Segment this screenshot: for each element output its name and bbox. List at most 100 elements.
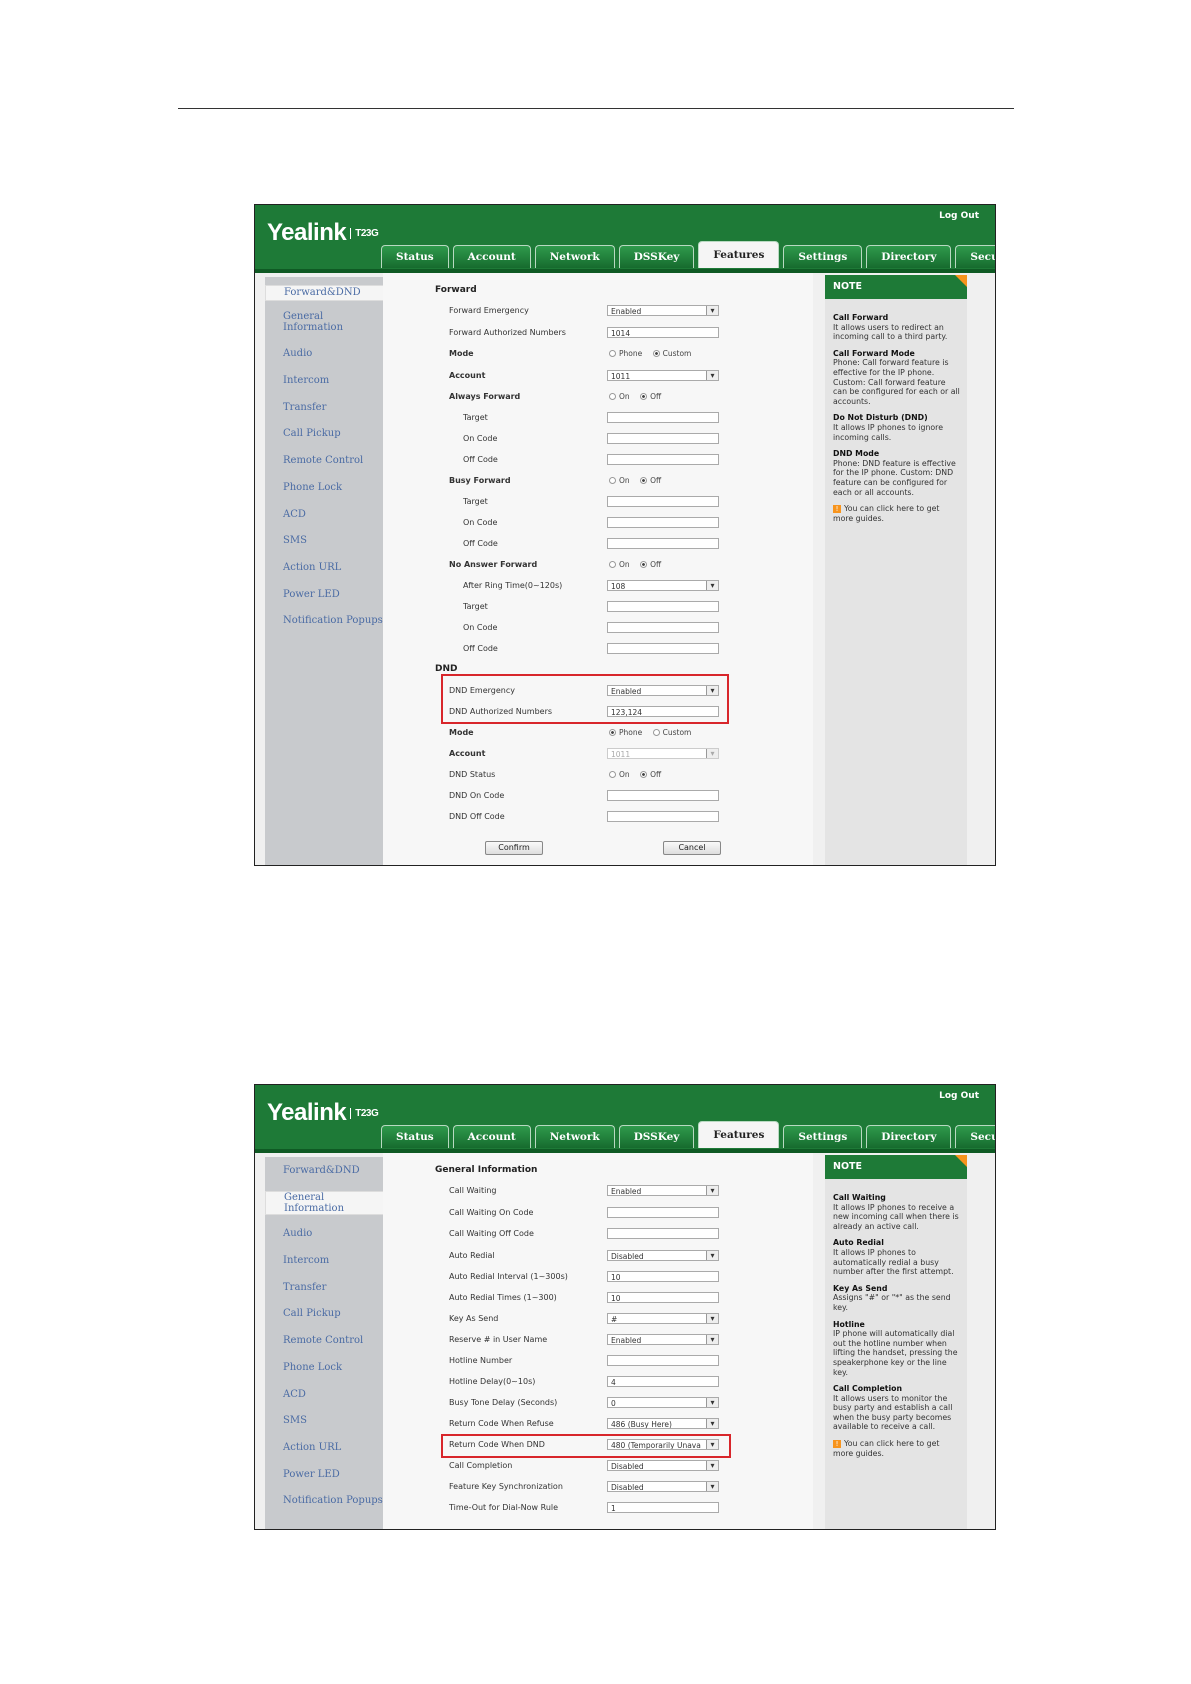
main-tabs: Status Account Network DSSKey Features S… [381,1121,995,1149]
no-answer-on-code-input[interactable] [607,622,719,633]
tab-dsskey[interactable]: DSSKey [618,1125,695,1148]
tab-account[interactable]: Account [452,1125,531,1148]
tab-network[interactable]: Network [534,245,615,268]
logout-link[interactable]: Log Out [939,211,979,221]
busy-on-code-input[interactable] [607,517,719,528]
tab-settings[interactable]: Settings [783,1125,863,1148]
busy-tone-delay-select[interactable]: 0 [607,1397,719,1408]
tab-settings[interactable]: Settings [783,245,863,268]
always-on-radio[interactable] [609,393,616,400]
forward-emergency-select[interactable]: Enabled [607,305,719,316]
sidebar-item-intercom[interactable]: Intercom [265,375,329,386]
dnd-off-code-input[interactable] [607,811,719,822]
sidebar-item-transfer[interactable]: Transfer [265,402,326,413]
account-select[interactable]: 1011 [607,370,719,381]
sidebar-item-audio[interactable]: Audio [265,1228,312,1239]
sidebar-item-phone-lock[interactable]: Phone Lock [265,482,342,493]
auto-redial-times-input[interactable]: 10 [607,1292,719,1303]
always-off-code-input[interactable] [607,454,719,465]
tab-features[interactable]: Features [698,241,780,268]
hotline-delay-input[interactable]: 4 [607,1376,719,1387]
no-answer-on-radio[interactable] [609,561,616,568]
no-answer-target-input[interactable] [607,601,719,612]
logout-link[interactable]: Log Out [939,1091,979,1101]
cancel-button[interactable]: Cancel [663,841,721,855]
note-panel: NOTE Call Waiting It allows IP phones to… [825,1155,967,1529]
sidebar-item-remote-control[interactable]: Remote Control [265,455,363,466]
sidebar-item-general-information[interactable]: General Information [265,1191,389,1215]
always-on-code-input[interactable] [607,433,719,444]
sidebar-item-power-led[interactable]: Power LED [265,589,340,600]
tab-security[interactable]: Security [955,1125,995,1148]
sidebar-item-remote-control[interactable]: Remote Control [265,1335,363,1346]
sidebar-item-action-url[interactable]: Action URL [265,562,341,573]
forward-authorized-input[interactable]: 1014 [607,327,719,338]
sidebar-item-acd[interactable]: ACD [265,1389,306,1400]
sidebar-item-phone-lock[interactable]: Phone Lock [265,1362,342,1373]
sidebar-item-forward-dnd[interactable]: Forward&DND [265,285,389,301]
hotline-number-input[interactable] [607,1355,719,1366]
tab-directory[interactable]: Directory [866,245,952,268]
confirm-button[interactable]: Confirm [485,841,543,855]
sidebar-item-call-pickup[interactable]: Call Pickup [265,1308,341,1319]
call-waiting-select[interactable]: Enabled [607,1185,719,1196]
busy-off-radio[interactable] [640,477,648,484]
dnd-authorized-input[interactable]: 123,124 [607,706,719,717]
dial-now-timeout-input[interactable]: 1 [607,1502,719,1513]
dnd-on-code-input[interactable] [607,790,719,801]
sidebar-item-notification-popups[interactable]: Notification Popups [265,615,383,626]
row-dnd-status: DND Status On Off [383,769,813,783]
tab-features[interactable]: Features [698,1121,780,1148]
dnd-mode-phone-radio[interactable] [609,729,616,736]
no-answer-off-radio[interactable] [640,561,648,568]
dnd-status-off-radio[interactable] [640,771,648,778]
feature-key-sync-select[interactable]: Disabled [607,1481,719,1492]
sidebar-item-forward-dnd[interactable]: Forward&DND [265,1165,360,1176]
busy-off-code-input[interactable] [607,538,719,549]
ring-time-select[interactable]: 108 [607,580,719,591]
busy-target-input[interactable] [607,496,719,507]
sidebar-item-sms[interactable]: SMS [265,1415,307,1426]
option-label: Off [650,770,662,779]
always-target-input[interactable] [607,412,719,423]
call-waiting-off-code-input[interactable] [607,1228,719,1239]
reserve-hash-select[interactable]: Enabled [607,1334,719,1345]
auto-redial-interval-input[interactable]: 10 [607,1271,719,1282]
no-answer-off-code-input[interactable] [607,643,719,654]
dnd-emergency-select[interactable]: Enabled [607,685,719,696]
sidebar-item-sms[interactable]: SMS [265,535,307,546]
sidebar-item-transfer[interactable]: Transfer [265,1282,326,1293]
tab-security[interactable]: Security [955,245,995,268]
sidebar-item-intercom[interactable]: Intercom [265,1255,329,1266]
dnd-account-select[interactable]: 1011 [607,748,719,759]
dnd-mode-custom-radio[interactable] [652,729,660,736]
mode-custom-radio[interactable] [652,350,660,357]
guide-link[interactable]: ! You can click here to get more guides. [833,504,961,523]
sidebar-item-notification-popups[interactable]: Notification Popups [265,1495,383,1506]
tab-network[interactable]: Network [534,1125,615,1148]
tab-account[interactable]: Account [452,245,531,268]
key-as-send-select[interactable]: # [607,1313,719,1324]
return-code-dnd-select[interactable]: 480 (Temporarily Unava [607,1439,719,1450]
label: Mode [449,728,474,737]
tab-status[interactable]: Status [381,1125,449,1148]
busy-on-radio[interactable] [609,477,616,484]
sidebar-item-power-led[interactable]: Power LED [265,1469,340,1480]
auto-redial-select[interactable]: Disabled [607,1250,719,1261]
sidebar-item-audio[interactable]: Audio [265,348,312,359]
mode-phone-radio[interactable] [609,350,616,357]
sidebar-item-call-pickup[interactable]: Call Pickup [265,428,341,439]
tab-dsskey[interactable]: DSSKey [618,245,695,268]
row-always-forward: Always Forward On Off [383,391,813,405]
guide-link[interactable]: ! You can click here to get more guides. [833,1439,961,1458]
sidebar-item-acd[interactable]: ACD [265,509,306,520]
call-completion-select[interactable]: Disabled [607,1460,719,1471]
tab-directory[interactable]: Directory [866,1125,952,1148]
always-off-radio[interactable] [640,393,648,400]
return-code-refuse-select[interactable]: 486 (Busy Here) [607,1418,719,1429]
dnd-status-on-radio[interactable] [609,771,616,778]
call-waiting-on-code-input[interactable] [607,1207,719,1218]
sidebar-item-general-information[interactable]: General Information [265,311,367,333]
sidebar-item-action-url[interactable]: Action URL [265,1442,341,1453]
tab-status[interactable]: Status [381,245,449,268]
